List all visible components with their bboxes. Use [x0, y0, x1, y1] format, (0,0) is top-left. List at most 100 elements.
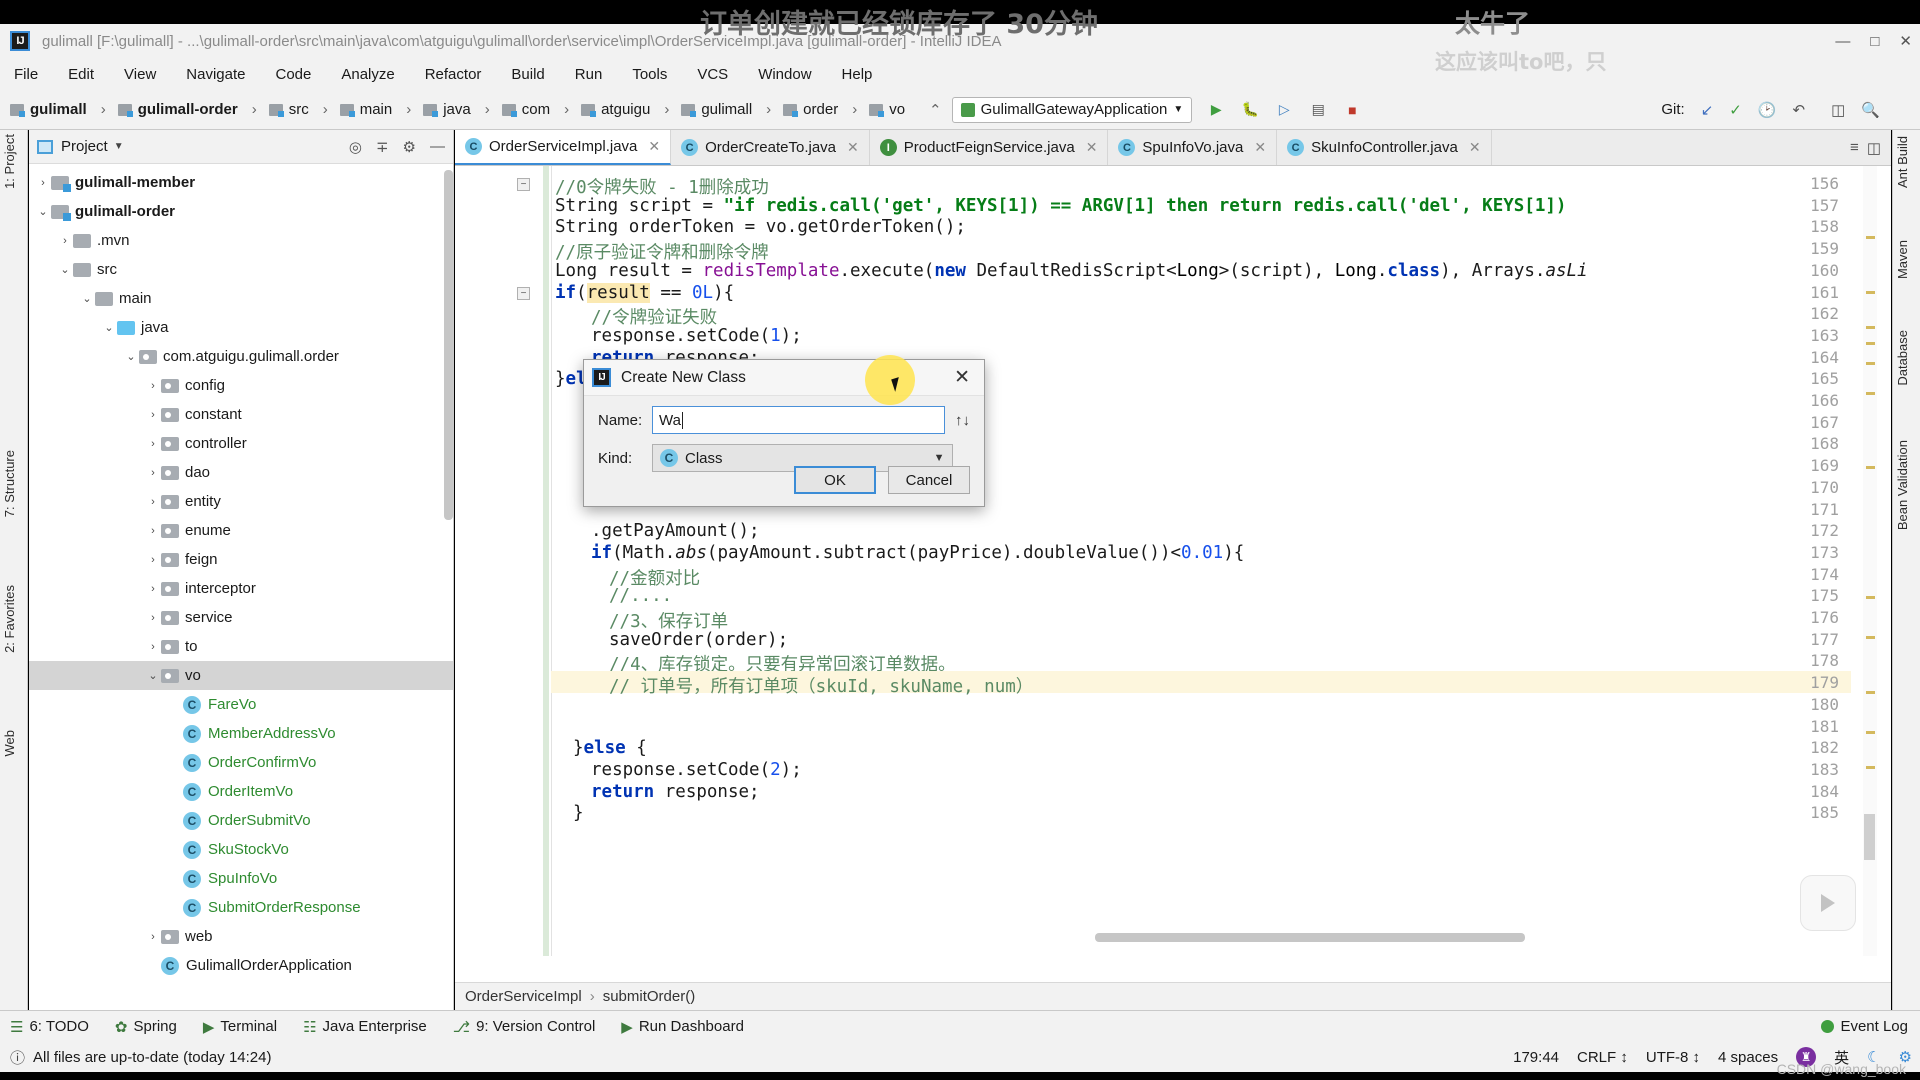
create-new-class-dialog[interactable]: IJ Create New Class ✕ Name: Wa ↑↓ Kind: …: [583, 359, 985, 507]
history-icon[interactable]: 🕑: [1758, 101, 1777, 119]
tree-node-to[interactable]: ›to: [29, 632, 453, 661]
settings-gear-icon[interactable]: ⚙: [403, 138, 416, 156]
breadcrumb-atguigu[interactable]: atguigu: [581, 101, 650, 118]
chevron-right-icon[interactable]: ›: [145, 438, 161, 450]
breadcrumb-src[interactable]: src: [269, 101, 309, 118]
chevron-right-icon[interactable]: ›: [145, 612, 161, 624]
menu-item-refactor[interactable]: Refactor: [421, 64, 486, 85]
tree-node-feign[interactable]: ›feign: [29, 545, 453, 574]
tree-node-memberaddressvo[interactable]: CMemberAddressVo: [29, 719, 453, 748]
menu-item-view[interactable]: View: [120, 64, 160, 85]
video-play-button[interactable]: [1800, 875, 1856, 931]
bottom-tool-9-version-control[interactable]: ⎇9: Version Control: [453, 1018, 596, 1036]
swap-icon[interactable]: ↑↓: [955, 412, 970, 429]
chevron-down-icon[interactable]: ▼: [934, 452, 945, 464]
breadcrumb-java[interactable]: java: [423, 101, 471, 118]
code-fold-toggle[interactable]: −: [517, 178, 530, 191]
code-fold-toggle[interactable]: −: [517, 287, 530, 300]
run-configuration-selector[interactable]: GulimallGatewayApplication ▼: [952, 97, 1193, 123]
tree-node-enume[interactable]: ›enume: [29, 516, 453, 545]
tree-node-dao[interactable]: ›dao: [29, 458, 453, 487]
breadcrumb-order[interactable]: order: [783, 101, 838, 118]
chevron-down-icon[interactable]: ▼: [1173, 104, 1183, 115]
tree-node-vo[interactable]: ⌄vo: [29, 661, 453, 690]
hide-panel-icon[interactable]: —: [430, 138, 445, 156]
chevron-down-icon[interactable]: ⌄: [35, 205, 51, 218]
tool-tab-ant-build[interactable]: Ant Build: [1895, 136, 1910, 188]
tool-tab-favorites[interactable]: 2: Favorites: [2, 585, 17, 653]
chevron-down-icon[interactable]: ⌄: [145, 669, 161, 682]
menu-item-run[interactable]: Run: [571, 64, 607, 85]
menu-item-help[interactable]: Help: [838, 64, 877, 85]
menu-item-navigate[interactable]: Navigate: [182, 64, 249, 85]
tree-node-interceptor[interactable]: ›interceptor: [29, 574, 453, 603]
tree-node-com-atguigu-gulimall-order[interactable]: ⌄com.atguigu.gulimall.order: [29, 342, 453, 371]
dialog-close-button[interactable]: ✕: [948, 366, 976, 389]
bottom-tool-terminal[interactable]: ▶Terminal: [203, 1018, 277, 1036]
tool-tab-web[interactable]: Web: [2, 730, 17, 757]
maximize-button[interactable]: □: [1870, 33, 1879, 50]
tree-node-submitorderresponse[interactable]: CSubmitOrderResponse: [29, 893, 453, 922]
menu-item-file[interactable]: File: [10, 64, 42, 85]
window-layout-icon[interactable]: ◫: [1831, 101, 1845, 119]
bottom-tool-java-enterprise[interactable]: ☷Java Enterprise: [303, 1018, 427, 1036]
chevron-right-icon[interactable]: ›: [145, 641, 161, 653]
line-separator[interactable]: CRLF ↕: [1577, 1049, 1628, 1066]
menu-item-build[interactable]: Build: [507, 64, 548, 85]
indent-setting[interactable]: 4 spaces: [1718, 1049, 1778, 1066]
chevron-down-icon[interactable]: ⌄: [79, 292, 95, 305]
profile-button[interactable]: ▤: [1308, 100, 1328, 120]
project-scrollbar[interactable]: [444, 170, 453, 520]
chevron-right-icon[interactable]: ›: [145, 409, 161, 421]
editor-tab-orderserviceimpl-java[interactable]: COrderServiceImpl.java✕: [455, 130, 671, 165]
collapse-all-icon[interactable]: ∓: [376, 138, 389, 156]
tree-node-skustockvo[interactable]: CSkuStockVo: [29, 835, 453, 864]
split-editor-icon[interactable]: ◫: [1867, 139, 1881, 157]
breadcrumb-vo[interactable]: vo: [869, 101, 905, 118]
breadcrumb-main[interactable]: main: [340, 101, 393, 118]
tree-node-config[interactable]: ›config: [29, 371, 453, 400]
close-tab-icon[interactable]: ✕: [1086, 139, 1098, 156]
editor-tab-ordercreateto-java[interactable]: COrderCreateTo.java✕: [671, 130, 870, 165]
breadcrumb-gulimall[interactable]: gulimall: [10, 101, 87, 118]
class-name-input[interactable]: Wa: [652, 406, 945, 434]
close-tab-icon[interactable]: ✕: [648, 138, 660, 155]
chevron-right-icon[interactable]: ›: [145, 496, 161, 508]
tab-list-icon[interactable]: ≡: [1850, 139, 1859, 156]
chevron-right-icon[interactable]: ›: [145, 554, 161, 566]
tool-tab-bean-validation[interactable]: Bean Validation: [1895, 440, 1910, 530]
chevron-right-icon[interactable]: ›: [145, 380, 161, 392]
menu-item-tools[interactable]: Tools: [628, 64, 671, 85]
event-log-button[interactable]: Event Log: [1821, 1018, 1908, 1035]
tree-node--mvn[interactable]: ›.mvn: [29, 226, 453, 255]
tree-node-orderconfirmvo[interactable]: COrderConfirmVo: [29, 748, 453, 777]
editor-tab-skuinfocontroller-java[interactable]: CSkuInfoController.java✕: [1277, 130, 1491, 165]
commit-icon[interactable]: ✓: [1729, 101, 1742, 119]
menu-item-vcs[interactable]: VCS: [693, 64, 732, 85]
tool-tab-structure[interactable]: 7: Structure: [2, 450, 17, 517]
bottom-tool-run-dashboard[interactable]: ▶Run Dashboard: [621, 1018, 744, 1036]
menu-item-window[interactable]: Window: [754, 64, 815, 85]
tree-node-gulimall-member[interactable]: ›gulimall-member: [29, 168, 453, 197]
editor-tab-spuinfovo-java[interactable]: CSpuInfoVo.java✕: [1108, 130, 1277, 165]
run-with-coverage-button[interactable]: ▷: [1274, 100, 1294, 120]
error-stripe-marker-bar[interactable]: [1863, 166, 1877, 956]
close-button[interactable]: ✕: [1899, 32, 1912, 50]
editor-tab-productfeignservice-java[interactable]: IProductFeignService.java✕: [870, 130, 1109, 165]
chevron-down-icon[interactable]: ⌄: [123, 350, 139, 363]
tree-node-spuinfovo[interactable]: CSpuInfoVo: [29, 864, 453, 893]
tree-node-entity[interactable]: ›entity: [29, 487, 453, 516]
breadcrumb-class[interactable]: OrderServiceImpl: [465, 988, 582, 1005]
window-controls[interactable]: — □ ✕: [1835, 24, 1912, 58]
code-view[interactable]: 156−//0令牌失败 - 1删除成功157String script = "i…: [455, 166, 1891, 956]
rollback-icon[interactable]: ↶: [1793, 101, 1806, 119]
tree-node-java[interactable]: ⌄java: [29, 313, 453, 342]
file-encoding[interactable]: UTF-8 ↕: [1646, 1049, 1700, 1066]
menu-item-edit[interactable]: Edit: [64, 64, 98, 85]
close-tab-icon[interactable]: ✕: [1469, 139, 1481, 156]
update-project-icon[interactable]: ↙: [1701, 101, 1714, 119]
chevron-right-icon[interactable]: ›: [145, 467, 161, 479]
search-everywhere-icon[interactable]: 🔍: [1861, 101, 1880, 119]
breadcrumb-com[interactable]: com: [502, 101, 550, 118]
breadcrumb-method[interactable]: submitOrder(): [603, 988, 696, 1005]
